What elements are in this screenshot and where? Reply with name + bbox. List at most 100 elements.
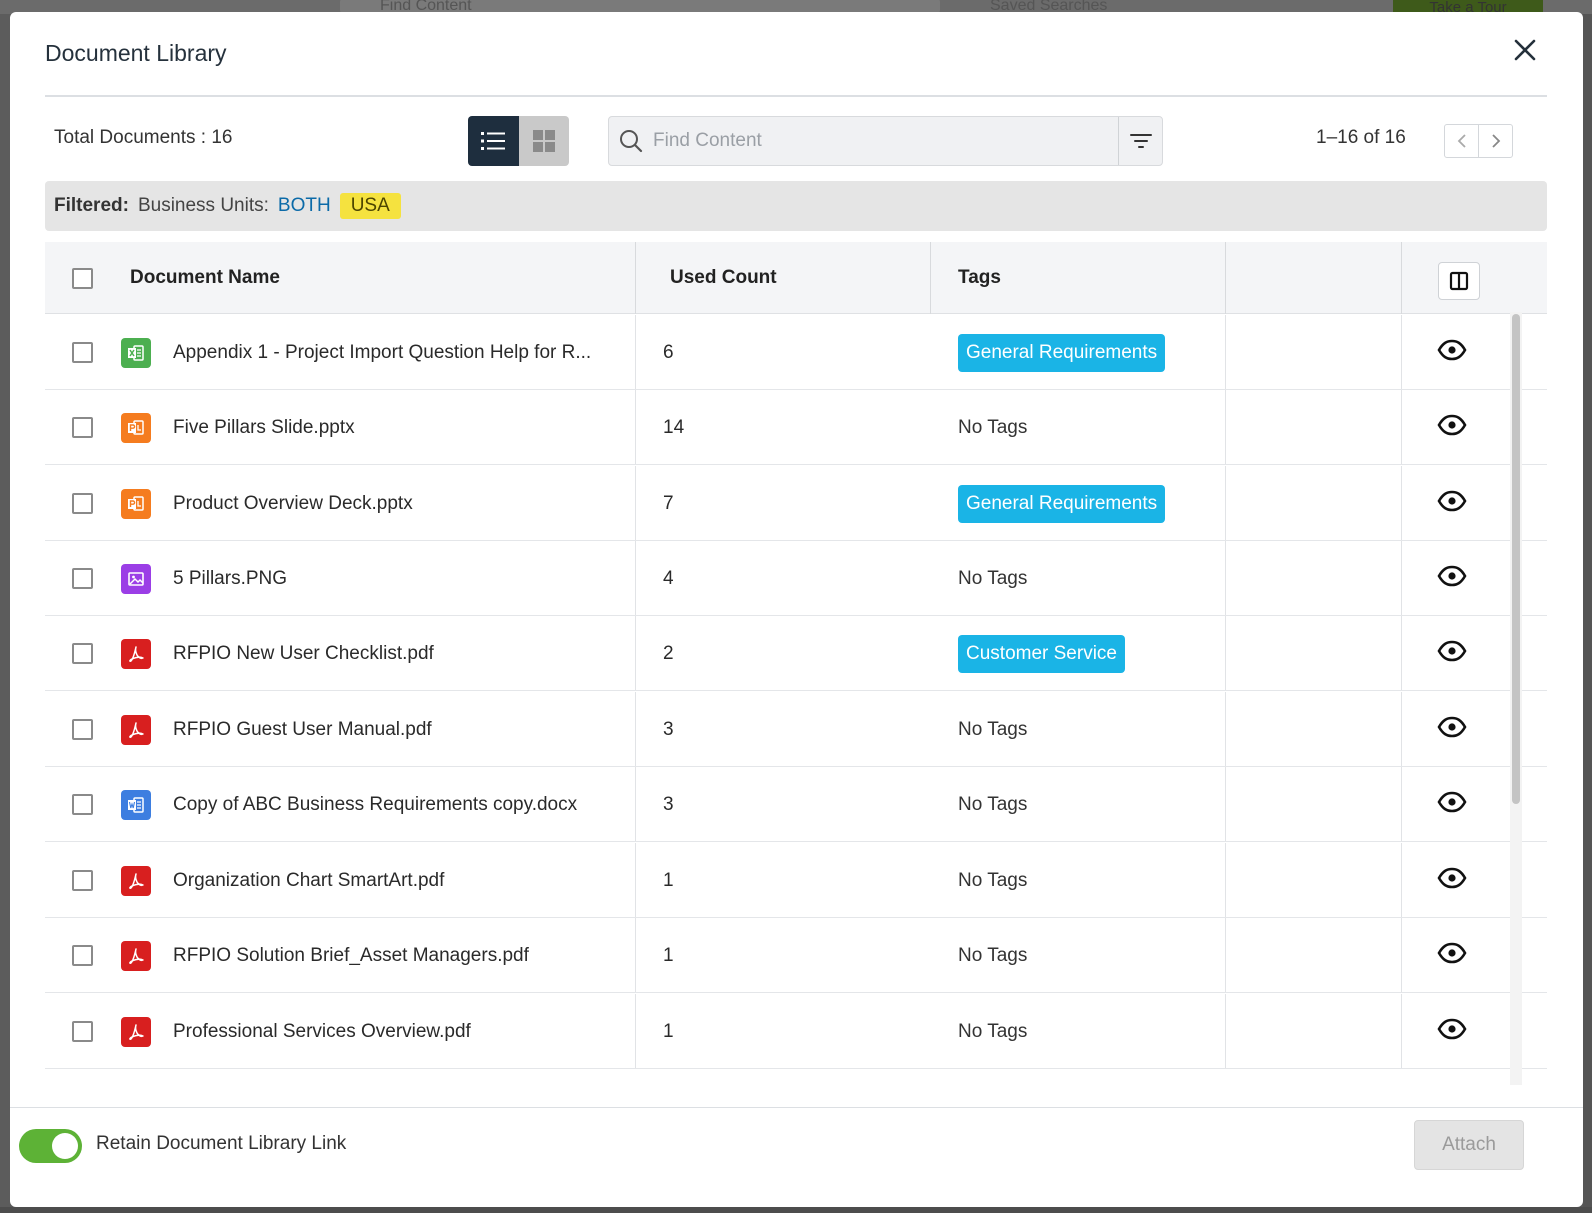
next-page-button[interactable]	[1479, 125, 1512, 157]
preview-eye-icon[interactable]	[1437, 991, 1467, 1066]
tag-badge[interactable]: Customer Service	[958, 634, 1125, 673]
document-name[interactable]: Product Overview Deck.pptx	[173, 466, 413, 541]
document-name[interactable]: Five Pillars Slide.pptx	[173, 390, 355, 465]
image-file-icon	[121, 563, 151, 594]
pdf-file-icon	[121, 1016, 151, 1047]
column-separator	[635, 616, 636, 690]
document-name[interactable]: RFPIO New User Checklist.pdf	[173, 616, 434, 691]
row-checkbox[interactable]	[72, 719, 93, 740]
preview-eye-icon[interactable]	[1437, 463, 1467, 538]
filter-value-both[interactable]: BOTH	[278, 195, 331, 217]
search-input[interactable]	[653, 117, 1118, 165]
attach-button[interactable]: Attach	[1414, 1120, 1524, 1170]
table-row[interactable]: Five Pillars Slide.pptx 14 No Tags	[45, 390, 1547, 465]
table-row[interactable]: Product Overview Deck.pptx 7 General Requi…	[45, 466, 1547, 541]
document-name[interactable]: Copy of ABC Business Requirements copy.d…	[173, 767, 577, 842]
row-checkbox[interactable]	[72, 870, 93, 891]
row-checkbox-cell	[72, 315, 93, 390]
preview-eye-icon[interactable]	[1437, 840, 1467, 915]
column-separator	[635, 541, 636, 615]
preview-eye-icon[interactable]	[1437, 538, 1467, 613]
filter-button[interactable]	[1118, 117, 1162, 165]
tag-badge[interactable]: General Requirements	[958, 484, 1166, 523]
document-name[interactable]: Organization Chart SmartArt.pdf	[173, 843, 444, 918]
no-tags-text: No Tags	[958, 944, 1028, 966]
table-row[interactable]: RFPIO Solution Brief_Asset Managers.pdf 1…	[45, 918, 1547, 993]
preview-eye-icon[interactable]	[1437, 613, 1467, 688]
table-row[interactable]: Professional Services Overview.pdf 1 No Ta…	[45, 994, 1547, 1069]
row-checkbox[interactable]	[72, 417, 93, 438]
preview-eye-icon[interactable]	[1437, 689, 1467, 764]
column-separator	[1401, 918, 1402, 992]
row-checkbox[interactable]	[72, 493, 93, 514]
previous-page-button[interactable]	[1445, 125, 1479, 157]
column-separator	[635, 767, 636, 841]
row-checkbox-cell	[72, 541, 93, 616]
preview-eye-icon[interactable]	[1437, 312, 1467, 387]
filter-value-usa[interactable]: USA	[339, 193, 401, 219]
row-checkbox[interactable]	[72, 945, 93, 966]
no-tags-text: No Tags	[958, 416, 1028, 438]
preview-eye-icon[interactable]	[1437, 764, 1467, 839]
grid-view-button[interactable]	[518, 116, 569, 166]
document-name[interactable]: Appendix 1 - Project Import Question Hel…	[173, 315, 591, 390]
file-type-cell	[121, 918, 151, 993]
row-checkbox[interactable]	[72, 342, 93, 363]
column-separator	[1225, 994, 1226, 1068]
table-row[interactable]: Appendix 1 - Project Import Question Hel…	[45, 315, 1547, 390]
column-chooser-button[interactable]	[1438, 262, 1480, 300]
table-row[interactable]: Copy of ABC Business Requirements copy.d…	[45, 767, 1547, 842]
select-all-checkbox[interactable]	[72, 267, 93, 289]
row-checkbox-cell	[72, 767, 93, 842]
filter-icon	[1129, 134, 1152, 148]
pagination-text: 1–16 of 16	[1316, 127, 1406, 148]
document-name[interactable]: RFPIO Solution Brief_Asset Managers.pdf	[173, 918, 529, 993]
no-tags-text: No Tags	[958, 1020, 1028, 1042]
retain-link-toggle[interactable]	[19, 1129, 82, 1163]
column-separator	[930, 242, 931, 314]
file-type-cell	[121, 466, 151, 541]
table-row[interactable]: RFPIO Guest User Manual.pdf 3 No Tags	[45, 692, 1547, 767]
pdf-file-icon	[121, 638, 151, 669]
row-checkbox-cell	[72, 616, 93, 691]
document-name[interactable]: 5 Pillars.PNG	[173, 541, 287, 616]
column-separator	[635, 315, 636, 389]
columns-icon	[1449, 271, 1469, 291]
row-checkbox[interactable]	[72, 643, 93, 664]
table-scrollbar-thumb[interactable]	[1512, 314, 1520, 804]
table-row[interactable]: RFPIO New User Checklist.pdf 2 Customer Se…	[45, 616, 1547, 691]
table-row[interactable]: Organization Chart SmartArt.pdf 1 No Tags	[45, 843, 1547, 918]
modal-title: Document Library	[45, 40, 227, 66]
preview-eye-icon[interactable]	[1437, 915, 1467, 990]
document-name[interactable]: Professional Services Overview.pdf	[173, 994, 471, 1069]
tag-badge[interactable]: General Requirements	[958, 333, 1166, 372]
tags-cell: No Tags	[958, 843, 1027, 918]
file-type-cell	[121, 994, 151, 1069]
header-document-name[interactable]: Document Name	[130, 242, 280, 314]
tags-cell: No Tags	[958, 692, 1027, 767]
close-icon[interactable]	[1510, 36, 1540, 66]
header-tags[interactable]: Tags	[958, 242, 1001, 314]
row-checkbox[interactable]	[72, 1021, 93, 1042]
preview-eye-icon[interactable]	[1437, 387, 1467, 462]
column-separator	[1401, 994, 1402, 1068]
list-view-button[interactable]	[468, 116, 519, 166]
header-used-count[interactable]: Used Count	[670, 242, 777, 314]
column-separator	[1401, 616, 1402, 690]
grid-icon	[532, 130, 555, 152]
column-separator	[1401, 843, 1402, 917]
table-row[interactable]: 5 Pillars.PNG 4 No Tags	[45, 541, 1547, 616]
view-toggle	[468, 116, 569, 166]
column-separator	[1225, 767, 1226, 841]
document-name[interactable]: RFPIO Guest User Manual.pdf	[173, 692, 432, 767]
column-separator	[635, 843, 636, 917]
no-tags-text: No Tags	[958, 869, 1028, 891]
word-file-icon	[121, 789, 151, 820]
background-bottom-edge	[0, 1207, 1592, 1213]
tags-cell: No Tags	[958, 767, 1027, 842]
filter-field: Business Units:	[137, 195, 269, 216]
row-checkbox[interactable]	[72, 568, 93, 589]
row-checkbox[interactable]	[72, 794, 93, 815]
pagination-controls	[1444, 124, 1513, 158]
list-icon	[481, 132, 506, 150]
